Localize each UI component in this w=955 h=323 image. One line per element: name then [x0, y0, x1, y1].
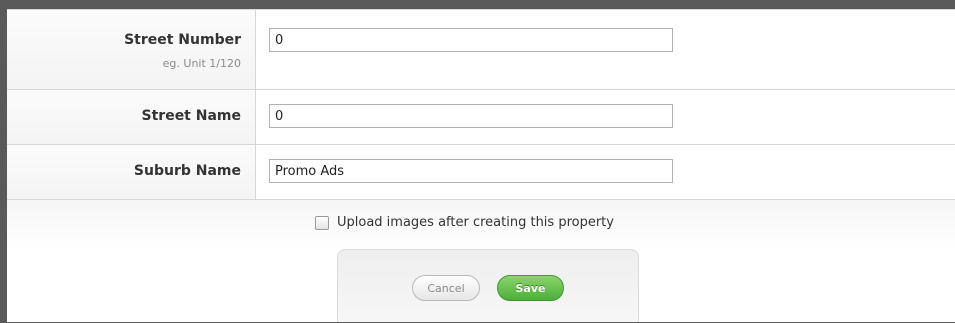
suburb-name-row: Suburb Name — [7, 145, 955, 200]
suburb-name-input[interactable] — [269, 159, 673, 183]
street-number-hint: eg. Unit 1/120 — [162, 57, 241, 70]
cancel-button[interactable]: Cancel — [412, 275, 480, 301]
property-form: Street Number eg. Unit 1/120 Street Name… — [7, 9, 955, 322]
street-number-label: Street Number — [124, 32, 241, 48]
street-name-label: Street Name — [141, 108, 241, 124]
suburb-name-label: Suburb Name — [133, 163, 241, 179]
street-number-value-cell — [256, 10, 955, 89]
checkbox-unchecked-icon[interactable] — [315, 216, 329, 230]
street-number-label-cell: Street Number eg. Unit 1/120 — [7, 10, 256, 89]
save-button[interactable]: Save — [497, 275, 564, 301]
upload-images-checkbox-label[interactable]: Upload images after creating this proper… — [337, 215, 614, 230]
street-name-row: Street Name — [7, 90, 955, 145]
street-number-row: Street Number eg. Unit 1/120 — [7, 10, 955, 90]
street-name-input[interactable] — [269, 104, 673, 128]
street-number-input[interactable] — [269, 28, 673, 52]
street-name-value-cell — [256, 90, 955, 144]
suburb-name-label-cell: Suburb Name — [7, 145, 256, 199]
window-frame: Street Number eg. Unit 1/120 Street Name… — [0, 0, 955, 323]
button-bar: Cancel Save — [337, 249, 639, 322]
suburb-name-value-cell — [256, 145, 955, 199]
form-footer: Upload images after creating this proper… — [7, 200, 955, 322]
street-name-label-cell: Street Name — [7, 90, 256, 144]
